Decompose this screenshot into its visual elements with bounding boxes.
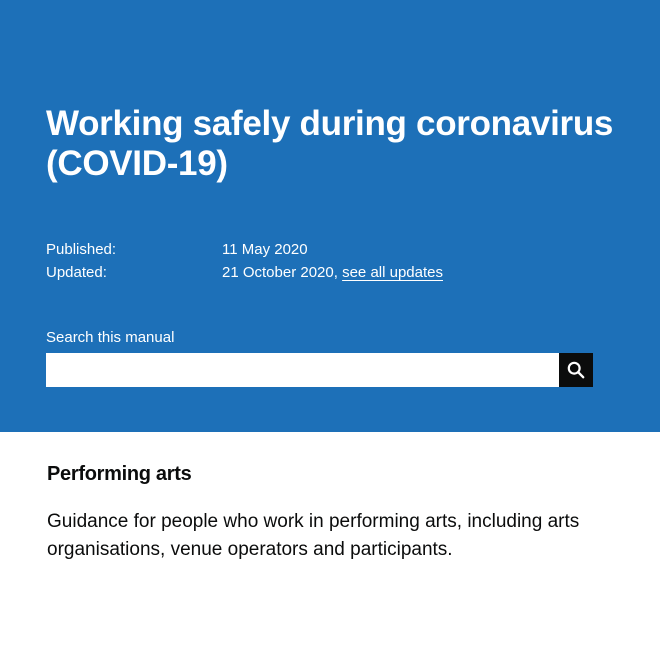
updated-date: 21 October 2020, see all updates xyxy=(222,261,443,284)
search-input[interactable] xyxy=(46,353,559,387)
published-label: Published: xyxy=(46,241,117,258)
section-description: Guidance for people who work in performi… xyxy=(47,511,580,560)
see-all-updates-link[interactable]: see all updates xyxy=(342,264,443,281)
page-title: Working safely during coronavirus (COVID… xyxy=(46,104,614,183)
section-title: Performing arts xyxy=(47,463,192,485)
updated-date-text: 21 October 2020, xyxy=(222,264,338,281)
hero-banner: Working safely during coronavirus (COVID… xyxy=(0,0,660,432)
updated-row: Updated: 21 October 2020, see all update… xyxy=(46,261,606,284)
search-label: Search this manual xyxy=(46,329,175,346)
search-form xyxy=(46,353,593,387)
updated-label: Updated: xyxy=(46,264,107,281)
publication-metadata: Published: 11 May 2020 Updated: 21 Octob… xyxy=(46,238,606,284)
search-icon xyxy=(567,361,585,379)
search-button[interactable] xyxy=(559,353,593,387)
published-date: 11 May 2020 xyxy=(222,241,308,258)
published-row: Published: 11 May 2020 xyxy=(46,238,606,261)
